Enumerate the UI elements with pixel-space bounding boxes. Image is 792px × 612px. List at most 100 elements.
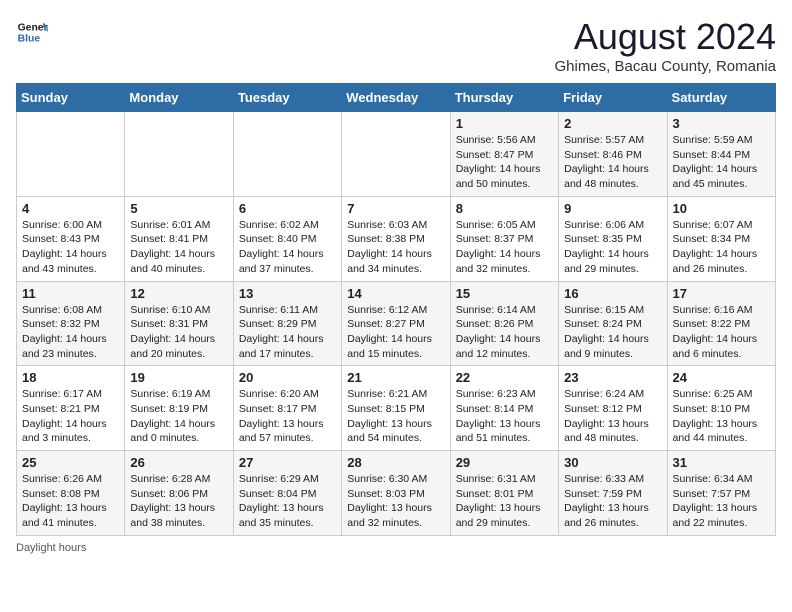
calendar-cell: 12Sunrise: 6:10 AM Sunset: 8:31 PM Dayli…: [125, 281, 233, 366]
calendar-cell: 11 Sunrise: 6:08 AM Sunset: 8:32 PM Dayli…: [17, 281, 125, 366]
day-number: 4: [22, 201, 119, 216]
calendar-cell: 21Sunrise: 6:21 AM Sunset: 8:15 PM Dayli…: [342, 366, 450, 451]
day-info: Sunrise: 6:24 AM Sunset: 8:12 PM Dayligh…: [564, 387, 661, 446]
day-number: 23: [564, 370, 661, 385]
calendar-cell: 29 Sunrise: 6:31 AM Sunset: 8:01 PM Dayli…: [450, 451, 558, 536]
calendar-cell: 17 Sunrise: 6:16 AM Sunset: 8:22 PM Dayli…: [667, 281, 775, 366]
day-info: Sunrise: 6:34 AM Sunset: 7:57 PM Dayligh…: [673, 472, 770, 531]
day-info: Sunrise: 6:10 AM Sunset: 8:31 PM Dayligh…: [130, 303, 227, 362]
day-info: Sunrise: 6:00 AM Sunset: 8:43 PM Dayligh…: [22, 218, 119, 277]
calendar-cell: 13 Sunrise: 6:11 AM Sunset: 8:29 PM Dayli…: [233, 281, 341, 366]
day-number: 1: [456, 116, 553, 131]
day-info: Sunrise: 6:02 AM Sunset: 8:40 PM Dayligh…: [239, 218, 336, 277]
week-row-3: 11 Sunrise: 6:08 AM Sunset: 8:32 PM Dayli…: [17, 281, 776, 366]
footer-note: Daylight hours: [16, 542, 776, 554]
day-info: Sunrise: 6:05 AM Sunset: 8:37 PM Dayligh…: [456, 218, 553, 277]
day-number: 30: [564, 455, 661, 470]
day-info: Sunrise: 6:21 AM Sunset: 8:15 PM Dayligh…: [347, 387, 444, 446]
day-info: Sunrise: 6:01 AM Sunset: 8:41 PM Dayligh…: [130, 218, 227, 277]
calendar-cell: 14 Sunrise: 6:12 AM Sunset: 8:27 PM Dayli…: [342, 281, 450, 366]
day-number: 10: [673, 201, 770, 216]
day-info: Sunrise: 6:19 AM Sunset: 8:19 PM Dayligh…: [130, 387, 227, 446]
calendar-cell: [17, 112, 125, 197]
day-info: Sunrise: 5:59 AM Sunset: 8:44 PM Dayligh…: [673, 133, 770, 192]
title-block: August 2024 Ghimes, Bacau County, Romani…: [555, 16, 777, 75]
calendar-cell: 3 Sunrise: 5:59 AM Sunset: 8:44 PM Daylig…: [667, 112, 775, 197]
header-row: SundayMondayTuesdayWednesdayThursdayFrid…: [17, 84, 776, 112]
day-number: 7: [347, 201, 444, 216]
day-number: 16: [564, 286, 661, 301]
day-number: 15: [456, 286, 553, 301]
day-info: Sunrise: 6:16 AM Sunset: 8:22 PM Dayligh…: [673, 303, 770, 362]
day-header-thursday: Thursday: [450, 84, 558, 112]
day-info: Sunrise: 6:28 AM Sunset: 8:06 PM Dayligh…: [130, 472, 227, 531]
calendar-cell: [233, 112, 341, 197]
week-row-2: 4 Sunrise: 6:00 AM Sunset: 8:43 PM Daylig…: [17, 196, 776, 281]
day-info: Sunrise: 5:57 AM Sunset: 8:46 PM Dayligh…: [564, 133, 661, 192]
day-number: 20: [239, 370, 336, 385]
calendar-cell: 25Sunrise: 6:26 AM Sunset: 8:08 PM Dayli…: [17, 451, 125, 536]
day-number: 31: [673, 455, 770, 470]
day-info: Sunrise: 6:29 AM Sunset: 8:04 PM Dayligh…: [239, 472, 336, 531]
day-number: 24: [673, 370, 770, 385]
day-info: Sunrise: 6:11 AM Sunset: 8:29 PM Dayligh…: [239, 303, 336, 362]
day-info: Sunrise: 6:31 AM Sunset: 8:01 PM Dayligh…: [456, 472, 553, 531]
week-row-1: 1 Sunrise: 5:56 AM Sunset: 8:47 PM Daylig…: [17, 112, 776, 197]
calendar-cell: 1 Sunrise: 5:56 AM Sunset: 8:47 PM Daylig…: [450, 112, 558, 197]
calendar-cell: 9 Sunrise: 6:06 AM Sunset: 8:35 PM Daylig…: [559, 196, 667, 281]
day-info: Sunrise: 5:56 AM Sunset: 8:47 PM Dayligh…: [456, 133, 553, 192]
day-info: Sunrise: 6:20 AM Sunset: 8:17 PM Dayligh…: [239, 387, 336, 446]
calendar-cell: 30 Sunrise: 6:33 AM Sunset: 7:59 PM Dayli…: [559, 451, 667, 536]
calendar-cell: 31 Sunrise: 6:34 AM Sunset: 7:57 PM Dayli…: [667, 451, 775, 536]
day-number: 6: [239, 201, 336, 216]
day-info: Sunrise: 6:30 AM Sunset: 8:03 PM Dayligh…: [347, 472, 444, 531]
calendar-table: SundayMondayTuesdayWednesdayThursdayFrid…: [16, 83, 776, 536]
day-number: 19: [130, 370, 227, 385]
day-number: 8: [456, 201, 553, 216]
calendar-cell: 7 Sunrise: 6:03 AM Sunset: 8:38 PM Daylig…: [342, 196, 450, 281]
calendar-cell: 8 Sunrise: 6:05 AM Sunset: 8:37 PM Daylig…: [450, 196, 558, 281]
calendar-cell: 4 Sunrise: 6:00 AM Sunset: 8:43 PM Daylig…: [17, 196, 125, 281]
calendar-cell: 27 Sunrise: 6:29 AM Sunset: 8:04 PM Dayli…: [233, 451, 341, 536]
day-number: 14: [347, 286, 444, 301]
day-number: 22: [456, 370, 553, 385]
day-number: 18: [22, 370, 119, 385]
day-number: 26: [130, 455, 227, 470]
day-info: Sunrise: 6:33 AM Sunset: 7:59 PM Dayligh…: [564, 472, 661, 531]
day-number: 27: [239, 455, 336, 470]
day-number: 11: [22, 286, 119, 301]
calendar-cell: 6 Sunrise: 6:02 AM Sunset: 8:40 PM Daylig…: [233, 196, 341, 281]
day-number: 13: [239, 286, 336, 301]
day-number: 17: [673, 286, 770, 301]
calendar-cell: [342, 112, 450, 197]
day-info: Sunrise: 6:14 AM Sunset: 8:26 PM Dayligh…: [456, 303, 553, 362]
day-header-wednesday: Wednesday: [342, 84, 450, 112]
calendar-cell: 23 Sunrise: 6:24 AM Sunset: 8:12 PM Dayli…: [559, 366, 667, 451]
calendar-cell: 2Sunrise: 5:57 AM Sunset: 8:46 PM Daylig…: [559, 112, 667, 197]
calendar-cell: 28Sunrise: 6:30 AM Sunset: 8:03 PM Dayli…: [342, 451, 450, 536]
calendar-cell: 26 Sunrise: 6:28 AM Sunset: 8:06 PM Dayli…: [125, 451, 233, 536]
day-number: 3: [673, 116, 770, 131]
day-number: 25: [22, 455, 119, 470]
month-title: August 2024: [555, 16, 777, 58]
logo: General Blue: [16, 16, 48, 48]
day-number: 29: [456, 455, 553, 470]
day-number: 5: [130, 201, 227, 216]
calendar-cell: 15 Sunrise: 6:14 AM Sunset: 8:26 PM Dayli…: [450, 281, 558, 366]
week-row-5: 25Sunrise: 6:26 AM Sunset: 8:08 PM Dayli…: [17, 451, 776, 536]
calendar-cell: 22Sunrise: 6:23 AM Sunset: 8:14 PM Dayli…: [450, 366, 558, 451]
logo-icon: General Blue: [16, 16, 48, 48]
day-info: Sunrise: 6:06 AM Sunset: 8:35 PM Dayligh…: [564, 218, 661, 277]
page-header: General Blue August 2024 Ghimes, Bacau C…: [16, 16, 776, 75]
calendar-cell: 20 Sunrise: 6:20 AM Sunset: 8:17 PM Dayli…: [233, 366, 341, 451]
day-info: Sunrise: 6:17 AM Sunset: 8:21 PM Dayligh…: [22, 387, 119, 446]
calendar-cell: 18 Sunrise: 6:17 AM Sunset: 8:21 PM Dayli…: [17, 366, 125, 451]
day-info: Sunrise: 6:03 AM Sunset: 8:38 PM Dayligh…: [347, 218, 444, 277]
location: Ghimes, Bacau County, Romania: [555, 58, 777, 75]
day-number: 9: [564, 201, 661, 216]
day-header-saturday: Saturday: [667, 84, 775, 112]
day-header-friday: Friday: [559, 84, 667, 112]
day-info: Sunrise: 6:08 AM Sunset: 8:32 PM Dayligh…: [22, 303, 119, 362]
svg-text:Blue: Blue: [18, 34, 41, 45]
day-info: Sunrise: 6:12 AM Sunset: 8:27 PM Dayligh…: [347, 303, 444, 362]
